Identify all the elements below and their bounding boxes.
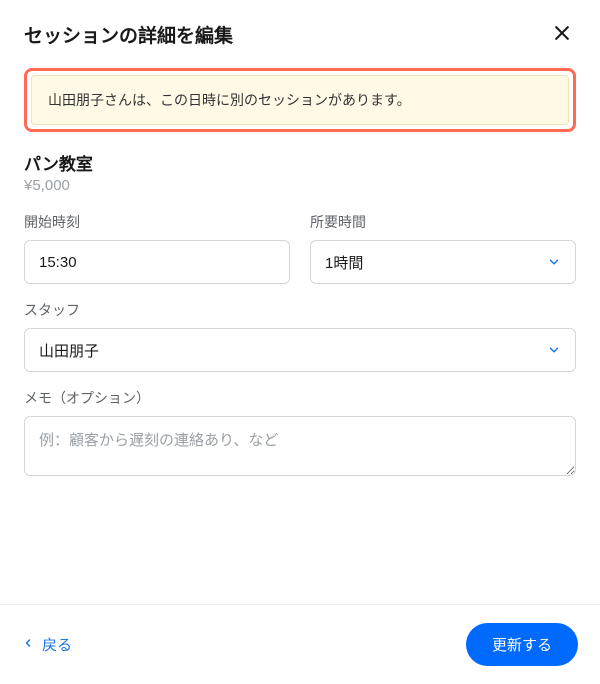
- update-label: 更新する: [492, 637, 552, 654]
- chevron-left-icon: [22, 636, 34, 653]
- conflict-alert: 山田朋子さんは、この日時に別のセッションがあります。: [31, 75, 569, 125]
- duration-label: 所要時間: [310, 212, 576, 232]
- modal-content: 山田朋子さんは、この日時に別のセッションがあります。 パン教室 ¥5,000 開…: [0, 60, 600, 604]
- duration-value: 1時間: [325, 252, 363, 273]
- close-icon: [552, 23, 572, 46]
- start-time-input[interactable]: [24, 240, 290, 284]
- staff-select[interactable]: 山田朋子: [24, 328, 576, 372]
- close-button[interactable]: [548, 20, 576, 48]
- time-duration-row: 開始時刻 所要時間 1時間: [24, 212, 576, 284]
- start-time-group: 開始時刻: [24, 212, 290, 284]
- modal-header: セッションの詳細を編集: [0, 0, 600, 60]
- modal-footer: 戻る 更新する: [0, 604, 600, 684]
- back-button[interactable]: 戻る: [22, 634, 72, 655]
- alert-message: 山田朋子さんは、この日時に別のセッションがあります。: [48, 92, 411, 108]
- staff-group: スタッフ 山田朋子: [24, 300, 576, 372]
- memo-group: メモ（オプション）: [24, 388, 576, 476]
- memo-textarea[interactable]: [24, 416, 576, 476]
- chevron-down-icon: [547, 343, 561, 357]
- session-name: パン教室: [24, 150, 576, 175]
- back-label: 戻る: [42, 634, 72, 655]
- memo-label: メモ（オプション）: [24, 388, 576, 408]
- update-button[interactable]: 更新する: [466, 623, 578, 666]
- alert-highlight: 山田朋子さんは、この日時に別のセッションがあります。: [24, 68, 576, 132]
- session-price: ¥5,000: [24, 177, 576, 194]
- modal-title: セッションの詳細を編集: [24, 21, 233, 48]
- staff-value: 山田朋子: [39, 340, 99, 361]
- duration-group: 所要時間 1時間: [310, 212, 576, 284]
- duration-select[interactable]: 1時間: [310, 240, 576, 284]
- chevron-down-icon: [547, 255, 561, 269]
- staff-label: スタッフ: [24, 300, 576, 320]
- start-time-label: 開始時刻: [24, 212, 290, 232]
